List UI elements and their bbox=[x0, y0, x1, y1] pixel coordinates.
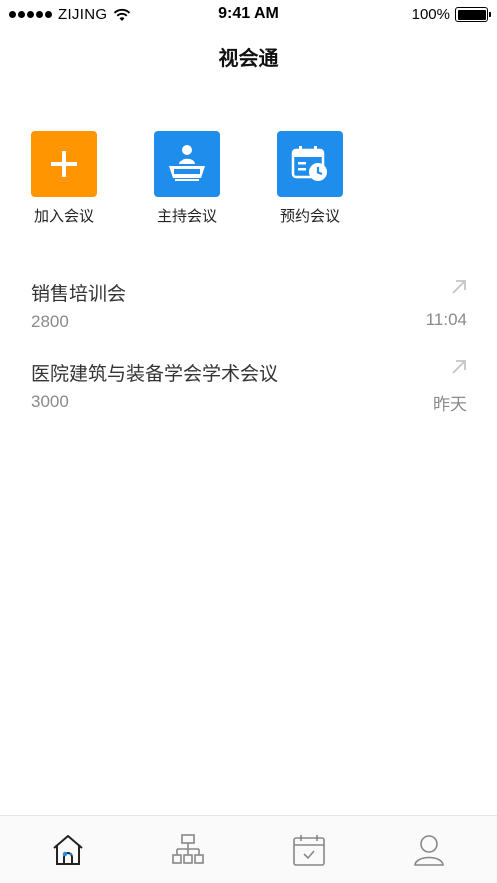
tab-profile[interactable] bbox=[399, 825, 459, 875]
meeting-id: 3000 bbox=[31, 392, 69, 411]
arrow-up-right-icon bbox=[452, 360, 466, 374]
join-meeting-label: 加入会议 bbox=[33, 207, 94, 225]
calendar-clock-icon bbox=[277, 131, 343, 197]
calendar-check-icon bbox=[292, 834, 325, 866]
tab-home[interactable] bbox=[38, 825, 98, 875]
quick-actions: 加入会议 主持会议 预约会议 bbox=[0, 131, 497, 231]
tab-bar bbox=[0, 815, 497, 883]
schedule-meeting-label: 预约会议 bbox=[279, 207, 340, 225]
host-meeting-button[interactable]: 主持会议 bbox=[142, 131, 232, 226]
meeting-time: 昨天 bbox=[433, 395, 467, 414]
page-title: 视会通 bbox=[218, 46, 279, 70]
status-bar: ZIJING 9:41 AM 100% bbox=[0, 0, 497, 30]
meeting-title: 销售培训会 bbox=[31, 283, 127, 305]
tab-contacts[interactable] bbox=[158, 825, 218, 875]
list-item[interactable]: 销售培训会 2800 11:04 bbox=[0, 279, 497, 359]
status-right: 100% bbox=[411, 6, 491, 23]
meeting-id: 2800 bbox=[31, 312, 69, 331]
host-icon bbox=[154, 131, 220, 197]
battery-percent: 100% bbox=[411, 6, 450, 23]
meeting-title: 医院建筑与装备学会学术会议 bbox=[31, 363, 279, 385]
join-meeting-button[interactable]: 加入会议 bbox=[19, 131, 109, 226]
tab-schedule[interactable] bbox=[279, 825, 339, 875]
schedule-meeting-button[interactable]: 预约会议 bbox=[265, 131, 355, 226]
org-chart-icon bbox=[172, 833, 205, 864]
meeting-time: 11:04 bbox=[425, 310, 467, 329]
arrow-up-right-icon bbox=[452, 280, 466, 294]
plus-icon bbox=[31, 131, 97, 197]
battery-icon bbox=[455, 7, 491, 22]
list-item[interactable]: 医院建筑与装备学会学术会议 3000 昨天 bbox=[0, 359, 497, 439]
user-icon bbox=[413, 834, 444, 866]
home-icon bbox=[53, 834, 83, 865]
host-meeting-label: 主持会议 bbox=[156, 207, 217, 225]
